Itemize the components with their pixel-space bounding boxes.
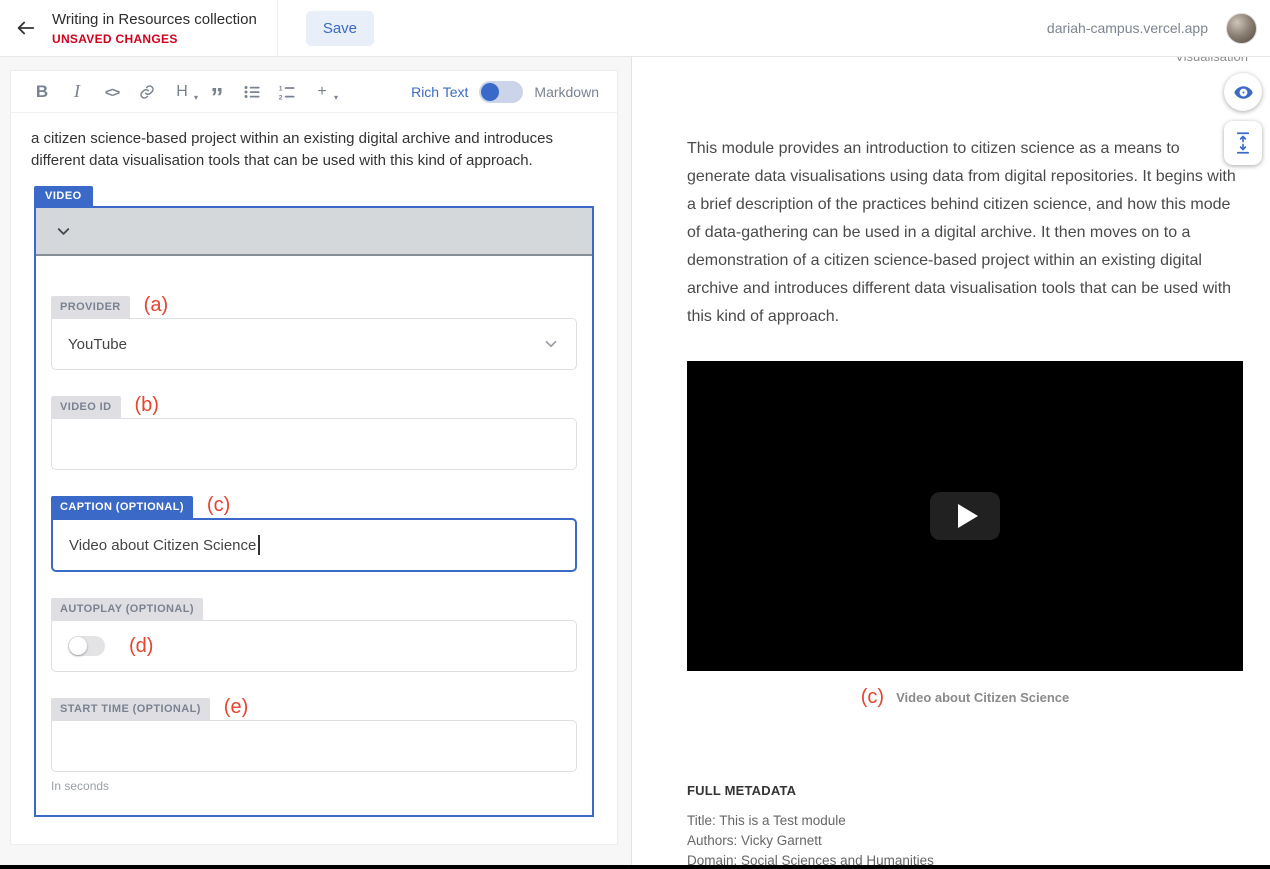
eye-icon <box>1233 82 1254 103</box>
sync-scroll-button[interactable] <box>1224 121 1262 165</box>
editor-mode-switch: Rich Text Markdown <box>411 81 599 103</box>
bold-button[interactable]: B <box>29 79 55 105</box>
metadata-authors: Authors: Vicky Garnett <box>687 831 1242 851</box>
editor-paragraph[interactable]: a citizen science-based project within a… <box>31 128 597 172</box>
chevron-down-icon <box>54 222 73 241</box>
svg-text:2: 2 <box>279 94 283 101</box>
numbered-list-button[interactable]: 12 <box>274 79 300 105</box>
start-time-input[interactable] <box>51 720 577 772</box>
add-component-button[interactable]: + ▾ <box>309 79 335 105</box>
scroll-sync-icon <box>1234 131 1252 155</box>
app-window: Writing in Resources collection UNSAVED … <box>0 0 1270 869</box>
markdown-mode-label[interactable]: Markdown <box>534 84 599 100</box>
top-bar: Writing in Resources collection UNSAVED … <box>0 0 1270 57</box>
provider-select[interactable]: YouTube <box>51 318 577 370</box>
preview-body: This module provides an introduction to … <box>633 57 1270 869</box>
editor-mode-toggle[interactable] <box>479 81 523 103</box>
heading-button[interactable]: H ▾ <box>169 79 195 105</box>
plus-icon: + <box>317 83 326 101</box>
annotation-c: (c) <box>207 495 230 515</box>
video-id-input[interactable] <box>51 418 577 470</box>
video-widget-label: VIDEO <box>34 186 93 206</box>
unsaved-changes-badge: UNSAVED CHANGES <box>52 32 257 46</box>
annotation-a: (a) <box>144 295 168 315</box>
annotation-d: (d) <box>129 636 153 656</box>
video-id-label: VIDEO ID <box>51 396 121 418</box>
annotation-b: (b) <box>135 395 159 415</box>
metadata-title: Title: This is a Test module <box>687 811 1242 831</box>
toggle-knob <box>69 637 87 655</box>
editor-card: B I <> H ▾ ” <box>10 70 618 845</box>
chevron-down-icon: ▾ <box>194 93 198 102</box>
start-time-label: START TIME (OPTIONAL) <box>51 698 210 720</box>
rich-text-mode-label[interactable]: Rich Text <box>411 84 468 100</box>
editor-pane: B I <> H ▾ ” <box>0 57 632 869</box>
video-caption-row: (c) Video about Citizen Science <box>687 687 1243 707</box>
autoplay-field-group: AUTOPLAY (OPTIONAL) (d) <box>51 598 577 672</box>
video-widget-fields: PROVIDER (a) YouTube <box>36 256 592 815</box>
video-id-field-group: VIDEO ID (b) <box>51 396 577 470</box>
heading-icon: H <box>176 83 188 101</box>
video-player <box>687 361 1243 671</box>
caption-label: CAPTION (OPTIONAL) <box>51 496 193 518</box>
preview-paragraph: This module provides an introduction to … <box>687 135 1242 331</box>
avatar[interactable] <box>1226 13 1257 44</box>
numbered-list-icon: 12 <box>278 83 296 101</box>
text-cursor <box>258 535 260 555</box>
site-label: dariah-campus.vercel.app <box>1047 20 1208 36</box>
provider-selected-value: YouTube <box>68 336 127 353</box>
entry-title-block: Writing in Resources collection UNSAVED … <box>52 11 257 46</box>
autoplay-label: AUTOPLAY (OPTIONAL) <box>51 598 203 620</box>
richtext-toolbar: B I <> H ▾ ” <box>11 71 617 113</box>
metadata-list: Title: This is a Test module Authors: Vi… <box>687 811 1242 869</box>
play-icon <box>958 504 978 528</box>
bulleted-list-button[interactable] <box>239 79 265 105</box>
start-time-field-group: START TIME (OPTIONAL) (e) In seconds <box>51 698 577 793</box>
italic-button[interactable]: I <box>64 79 90 105</box>
full-metadata-heading: FULL METADATA <box>687 783 1242 798</box>
quote-button[interactable]: ” <box>204 79 230 105</box>
annotation-c-preview: (c) <box>861 687 884 707</box>
video-caption: Video about Citizen Science <box>896 690 1069 705</box>
provider-field-group: PROVIDER (a) YouTube <box>51 296 577 370</box>
video-widget-box: PROVIDER (a) YouTube <box>34 206 594 817</box>
video-widget: VIDEO <box>34 186 594 817</box>
bottom-black-bar <box>0 865 1270 869</box>
video-widget-header[interactable] <box>36 208 592 256</box>
autoplay-field: (d) <box>51 620 577 672</box>
back-arrow-icon <box>15 17 37 39</box>
editor-body: a citizen science-based project within a… <box>11 113 617 817</box>
svg-text:1: 1 <box>279 85 283 92</box>
collapse-widget-button[interactable] <box>48 216 78 246</box>
toggle-preview-button[interactable] <box>1224 73 1262 111</box>
play-button[interactable] <box>930 492 1000 540</box>
toggle-knob <box>481 83 499 101</box>
provider-label: PROVIDER <box>51 296 130 318</box>
code-button[interactable]: <> <box>99 79 125 105</box>
header-right: dariah-campus.vercel.app <box>1047 13 1270 44</box>
header-divider <box>277 0 278 57</box>
link-button[interactable] <box>134 79 160 105</box>
page-title: Writing in Resources collection <box>52 11 257 28</box>
back-button[interactable] <box>0 0 52 56</box>
link-icon <box>139 84 155 100</box>
preview-pane: Visualisation This module provides an in… <box>633 57 1270 869</box>
caption-input[interactable]: Video about Citizen Science <box>51 518 577 572</box>
caption-input-value: Video about Citizen Science <box>69 537 256 554</box>
autoplay-toggle[interactable] <box>68 636 105 656</box>
chevron-down-icon <box>542 335 560 353</box>
save-button[interactable]: Save <box>306 11 374 46</box>
annotation-e: (e) <box>224 697 248 717</box>
chevron-down-icon: ▾ <box>334 93 338 102</box>
caption-field-group: CAPTION (OPTIONAL) (c) Video about Citiz… <box>51 496 577 572</box>
bulleted-list-icon <box>243 83 261 101</box>
start-time-hint: In seconds <box>51 779 577 793</box>
